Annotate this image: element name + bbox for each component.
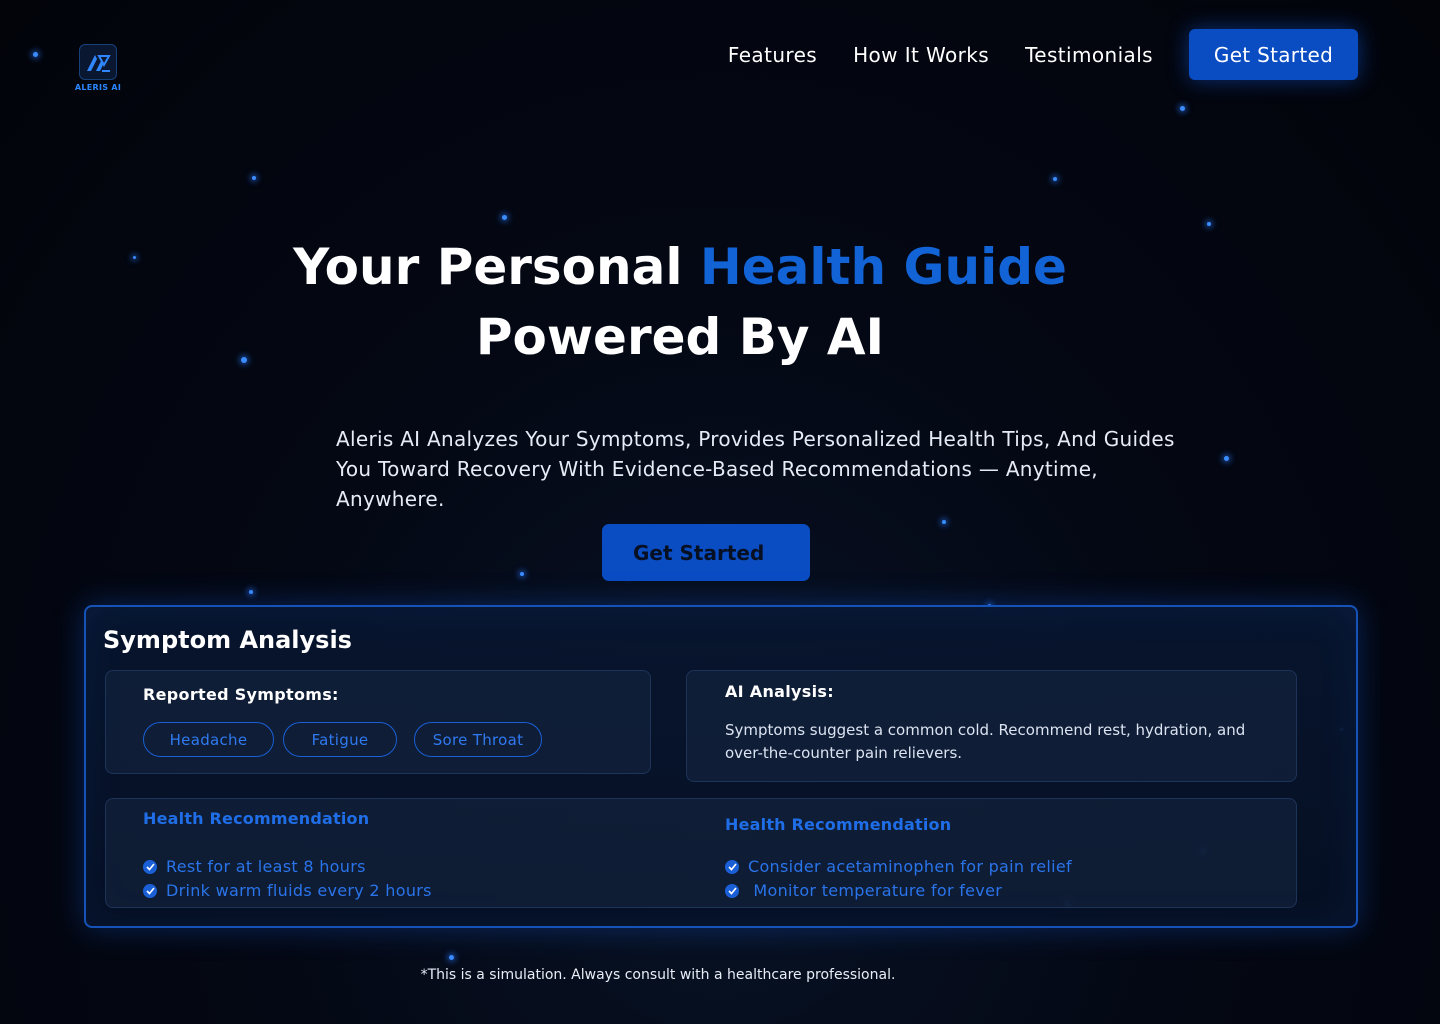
landing-page: ALERIS AI Features How It Works Testimon… <box>0 0 1440 1024</box>
recommendation-text: Consider acetaminophen for pain relief <box>748 857 1072 876</box>
background-star <box>502 215 507 220</box>
recommendation-item: Monitor temperature for fever <box>725 881 1002 900</box>
symptom-tag-headache[interactable]: Headache <box>143 722 274 757</box>
check-icon <box>143 883 157 898</box>
background-star <box>249 590 253 594</box>
panel-title: Symptom Analysis <box>103 626 352 654</box>
ai-analysis-card: AI Analysis: Symptoms suggest a common c… <box>686 670 1297 782</box>
hero-title-highlight: Health Guide <box>699 238 1067 296</box>
brand-logo[interactable]: ALERIS AI <box>72 44 124 92</box>
hero-title-line2: Powered By AI <box>475 308 885 366</box>
background-star <box>1207 222 1211 226</box>
top-navigation: Features How It Works Testimonials Get S… <box>728 29 1358 80</box>
aleris-logo-icon <box>79 44 117 80</box>
background-star <box>449 955 454 960</box>
reported-symptoms-label: Reported Symptoms: <box>143 685 339 704</box>
hero-description: Aleris AI Analyzes Your Symptoms, Provid… <box>336 427 1175 511</box>
recommendation-heading: Health Recommendation <box>143 809 370 828</box>
background-star <box>252 176 256 180</box>
ai-analysis-text: Symptoms suggest a common cold. Recommen… <box>725 721 1246 762</box>
nav-link-testimonials[interactable]: Testimonials <box>1025 43 1153 67</box>
nav-get-started-button[interactable]: Get Started <box>1189 29 1358 80</box>
brand-name: ALERIS AI <box>74 83 122 92</box>
check-icon <box>143 859 157 874</box>
symptom-tag-sore-throat[interactable]: Sore Throat <box>414 722 542 757</box>
recommendation-text: Rest for at least 8 hours <box>166 857 366 876</box>
disclaimer-text: *This is a simulation. Always consult wi… <box>420 967 896 983</box>
nav-link-how-it-works[interactable]: How It Works <box>853 43 989 67</box>
background-star <box>942 520 946 524</box>
hero-get-started-button[interactable]: Get Started <box>602 524 810 581</box>
recommendation-item: Drink warm fluids every 2 hours <box>143 881 432 900</box>
nav-link-features[interactable]: Features <box>728 43 817 67</box>
recommendation-heading: Health Recommendation <box>725 815 952 834</box>
health-recommendations-card: Health Recommendation Rest for at least … <box>105 798 1297 908</box>
check-icon <box>725 883 739 898</box>
check-icon <box>725 859 739 874</box>
ai-analysis-label: AI Analysis: <box>725 682 834 701</box>
recommendation-text: Monitor temperature for fever <box>748 881 1003 900</box>
background-star <box>520 572 524 576</box>
reported-symptoms-card: Reported Symptoms: Headache Fatigue Sore… <box>105 670 651 774</box>
symptom-tag-fatigue[interactable]: Fatigue <box>283 722 397 757</box>
hero-title-line1: Your Personal Health Guide <box>0 238 1360 296</box>
background-star <box>1180 106 1185 111</box>
recommendation-item: Rest for at least 8 hours <box>143 857 366 876</box>
hero-title-text: Your Personal <box>293 238 700 296</box>
symptom-analysis-panel: Symptom Analysis Reported Symptoms: Head… <box>84 605 1358 928</box>
recommendation-item: Consider acetaminophen for pain relief <box>725 857 1072 876</box>
recommendation-text: Drink warm fluids every 2 hours <box>166 881 432 900</box>
background-star <box>1224 456 1229 461</box>
background-star <box>33 52 38 57</box>
background-star <box>1053 177 1057 181</box>
